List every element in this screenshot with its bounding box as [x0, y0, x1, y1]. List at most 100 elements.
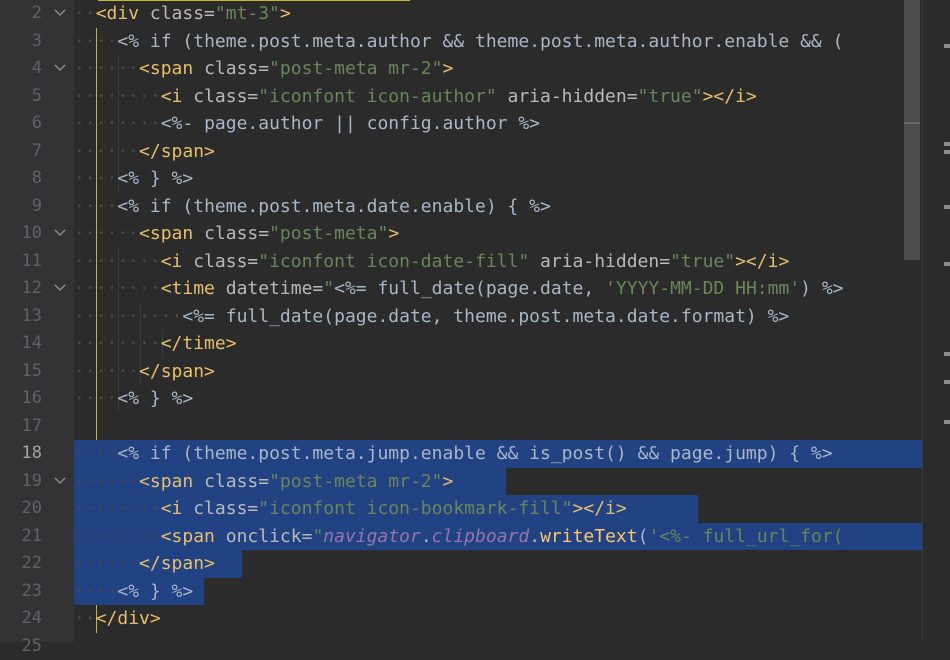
code-line[interactable]: ····<% if (theme.post.meta.author && the… [74, 28, 843, 56]
code-line[interactable]: ········<i class="iconfont icon-bookmark… [74, 495, 627, 523]
code-token: onclick= [226, 526, 313, 547]
code-token: "post-meta" [269, 223, 388, 244]
line-number: 25 [0, 633, 42, 660]
code-token: > [442, 58, 453, 79]
whitespace-marker: ···· [74, 31, 117, 52]
code-token: aria-hidden= [540, 251, 670, 272]
code-token: <%= [182, 306, 225, 327]
code-line[interactable]: ········<%- page.author || config.author… [74, 110, 540, 138]
code-line[interactable]: ··········<%= full_date(page.date, theme… [74, 303, 789, 331]
code-token: class= [204, 471, 269, 492]
fold-chevron-icon[interactable] [54, 275, 66, 303]
whitespace-marker: ········ [74, 526, 161, 547]
code-line[interactable]: ········<i class="iconfont icon-author" … [74, 83, 757, 111]
code-token: class= [204, 58, 269, 79]
line-number: 9 [0, 193, 42, 221]
code-token: <i [161, 86, 194, 107]
line-number: 14 [0, 330, 42, 358]
code-token: (theme.post.meta.author && theme.post.me… [182, 31, 843, 52]
line-number-gutter[interactable]: 2345678910111213141516171819202122232425 [0, 0, 74, 642]
whitespace-marker: ········ [74, 113, 161, 134]
error-stripe-marker[interactable] [944, 420, 950, 424]
code-token: class= [193, 498, 258, 519]
line-number: 13 [0, 303, 42, 331]
line-number: 4 [0, 55, 42, 83]
code-line[interactable]: ····<% if (theme.post.meta.jump.enable &… [74, 440, 833, 468]
right-marker-strip[interactable] [922, 0, 950, 642]
code-line[interactable]: ······<span class="post-meta mr-2"> [74, 468, 453, 496]
code-token: <%= full_date(page.date, [334, 278, 605, 299]
code-token: page.author || config.author %> [204, 113, 540, 134]
code-token: if [150, 443, 183, 464]
whitespace-marker: ······ [74, 141, 139, 162]
code-token: <% [117, 196, 150, 217]
fold-chevron-icon[interactable] [54, 55, 66, 83]
whitespace-marker: ······ [74, 223, 139, 244]
code-token: " [323, 278, 334, 299]
line-number: 24 [0, 605, 42, 633]
whitespace-marker: ···· [74, 388, 117, 409]
code-line[interactable]: ······<span class="post-meta"> [74, 220, 399, 248]
code-line[interactable]: ······</span> [74, 550, 215, 578]
fold-chevron-icon[interactable] [54, 468, 66, 496]
code-token: if [150, 31, 183, 52]
code-token: <div [96, 3, 150, 24]
error-stripe-marker[interactable] [944, 142, 950, 146]
error-stripe-marker[interactable] [944, 262, 950, 266]
line-number: 15 [0, 358, 42, 386]
code-line[interactable]: ··<div class="mt-3"> [74, 0, 291, 28]
code-token: "post-meta mr-2" [269, 58, 442, 79]
code-token: class= [193, 251, 258, 272]
code-token: </span> [139, 361, 215, 382]
fold-chevron-icon[interactable] [54, 220, 66, 248]
code-line[interactable]: ········<span onclick="navigator.clipboa… [74, 523, 844, 551]
code-token: <% } %> [117, 581, 193, 602]
code-token: > [388, 223, 399, 244]
code-token: ) %> [800, 278, 843, 299]
code-area[interactable]: ··<div class="mt-3">····<% if (theme.pos… [74, 0, 922, 642]
error-stripe-marker[interactable] [944, 205, 950, 209]
code-token: > [280, 3, 291, 24]
code-token: " [312, 526, 323, 547]
whitespace-marker: ········ [74, 86, 161, 107]
code-token: </span> [139, 553, 215, 574]
error-stripe-marker[interactable] [944, 352, 950, 356]
whitespace-marker: ···· [74, 168, 117, 189]
code-editor[interactable]: 2345678910111213141516171819202122232425… [0, 0, 950, 642]
code-line[interactable]: ······<span class="post-meta mr-2"> [74, 55, 453, 83]
code-token: '<%- full_url_for( [648, 526, 843, 547]
line-number: 7 [0, 138, 42, 166]
code-token: <% } %> [117, 168, 193, 189]
line-number: 18 [0, 440, 42, 468]
code-line[interactable]: ········</time> [74, 330, 237, 358]
code-token: ></i> [573, 498, 627, 519]
line-number: 8 [0, 165, 42, 193]
line-number: 5 [0, 83, 42, 111]
line-number: 17 [0, 413, 42, 441]
code-line[interactable]: ········<i class="iconfont icon-date-fil… [74, 248, 789, 276]
error-stripe-marker[interactable] [944, 150, 950, 154]
error-stripe-marker[interactable] [944, 44, 950, 48]
code-token: class= [193, 86, 258, 107]
whitespace-marker: ·········· [74, 306, 182, 327]
line-number: 19 [0, 468, 42, 496]
vertical-scrollbar-thumb[interactable] [904, 0, 920, 260]
code-line[interactable]: ····<% if (theme.post.meta.date.enable) … [74, 193, 551, 221]
whitespace-marker: ······ [74, 553, 139, 574]
code-token: <% } %> [117, 388, 193, 409]
fold-chevron-icon[interactable] [54, 0, 66, 28]
code-token: if [150, 196, 183, 217]
code-line[interactable]: ········<time datetime="<%= full_date(pa… [74, 275, 844, 303]
code-line[interactable]: ······</span> [74, 138, 215, 166]
code-token: > [442, 471, 453, 492]
code-token: </time> [161, 333, 237, 354]
code-token: (theme.post.meta.jump.enable && is_post(… [182, 443, 832, 464]
code-line[interactable]: ······</span> [74, 358, 215, 386]
code-line[interactable]: ····<% } %> [74, 165, 193, 193]
code-line[interactable]: ··</div> [74, 605, 161, 633]
code-line[interactable]: ····<% } %> [74, 578, 193, 606]
error-stripe-marker[interactable] [944, 380, 950, 384]
code-line[interactable]: ····<% } %> [74, 385, 193, 413]
whitespace-marker: ···· [74, 196, 117, 217]
line-number: 12 [0, 275, 42, 303]
